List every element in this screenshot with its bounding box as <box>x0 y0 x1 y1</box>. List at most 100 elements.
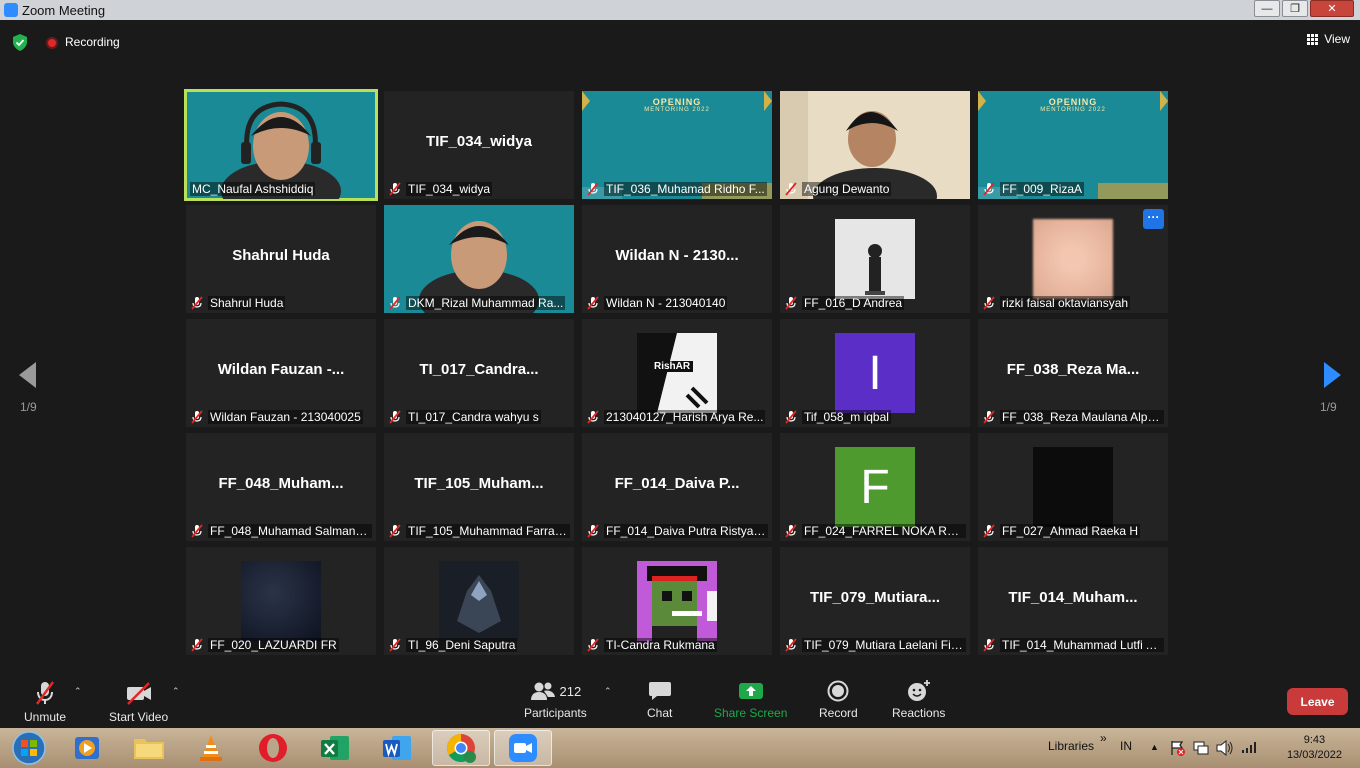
taskbar-word[interactable] <box>370 730 424 766</box>
participant-display-name: TI_017_Candra... <box>419 361 539 378</box>
participant-name: TIF_079_Mutiara Laelani Fir... <box>802 638 966 652</box>
muted-microphone-icon <box>785 638 797 652</box>
participant-name: DKM_Rizal Muhammad Ra... <box>406 296 566 310</box>
participant-tile[interactable]: TIF_014_Muham... TIF_014_Muhammad Lutfi A… <box>978 547 1168 655</box>
leave-button[interactable]: Leave <box>1287 688 1348 715</box>
muted-microphone-icon <box>785 410 797 424</box>
meeting-controls-bar: Unmute ⌃ Start Video ⌃ 212 Participants … <box>0 672 1360 728</box>
next-page-arrow-icon[interactable] <box>1320 362 1344 388</box>
participants-caret-icon[interactable]: ⌃ <box>604 686 612 697</box>
audio-options-caret-icon[interactable]: ⌃ <box>74 686 82 697</box>
taskbar-vlc[interactable] <box>184 730 238 766</box>
language-indicator[interactable]: IN <box>1120 739 1132 753</box>
muted-microphone-icon <box>983 638 995 652</box>
participant-tile[interactable]: TI_96_Deni Saputra <box>384 547 574 655</box>
participant-tile[interactable]: Agung Dewanto <box>780 91 970 199</box>
participant-tile[interactable]: TIF_034_widya TIF_034_widya <box>384 91 574 199</box>
participant-tile[interactable]: FF_016_D Andrea <box>780 205 970 313</box>
participant-name: 213040127_Harish Arya Re... <box>604 410 766 424</box>
participant-tile[interactable]: OPENING MENTORING 2022 TIF_036_Muhamad Rid… <box>582 91 772 199</box>
windows-start-icon <box>12 731 46 765</box>
action-center-flag-icon[interactable] <box>1170 740 1186 756</box>
close-window-button[interactable]: ✕ <box>1310 0 1354 17</box>
participant-display-name: Wildan N - 2130... <box>615 247 739 264</box>
participant-tile[interactable]: TI-Candra Rukmana <box>582 547 772 655</box>
vlc-cone-icon <box>200 735 222 761</box>
muted-microphone-icon <box>191 296 203 310</box>
participant-tile[interactable]: OPENING MENTORING 2022 FF_009_RizaA <box>978 91 1168 199</box>
participant-tile[interactable]: FF_038_Reza Ma... FF_038_Reza Maulana Alp… <box>978 319 1168 427</box>
participant-tile[interactable]: I Tif_058_m iqbal <box>780 319 970 427</box>
participant-tile[interactable]: MC_Naufal Ashshiddiq <box>184 89 378 201</box>
participant-tile[interactable]: FF_027_Ahmad Raeka H <box>978 433 1168 541</box>
participant-tile[interactable]: FF_014_Daiva P... FF_014_Daiva Putra Rist… <box>582 433 772 541</box>
view-button[interactable]: View <box>1307 32 1350 46</box>
participant-label-bar: Wildan N - 213040140 <box>586 295 768 311</box>
chat-label: Chat <box>647 706 673 720</box>
taskbar-zoom[interactable] <box>494 730 552 766</box>
video-gallery: MC_Naufal Ashshiddiq TIF_034_widya TIF_034… <box>184 89 1174 659</box>
signal-strength-icon[interactable] <box>1241 740 1259 754</box>
zoom-app-icon <box>4 3 18 17</box>
participant-tile[interactable]: FF_020_LAZUARDI FR <box>186 547 376 655</box>
participant-tile[interactable]: TIF_079_Mutiara... TIF_079_Mutiara Laelan… <box>780 547 970 655</box>
shield-icon[interactable] <box>12 34 28 51</box>
recording-indicator-icon <box>46 37 58 49</box>
participant-name: rizki faisal oktaviansyah <box>1000 296 1131 310</box>
network-icon[interactable] <box>1193 740 1209 756</box>
video-options-caret-icon[interactable]: ⌃ <box>172 686 180 697</box>
unmute-button[interactable]: Unmute <box>24 680 66 724</box>
participants-count: 212 <box>559 683 582 699</box>
taskbar-chrome[interactable] <box>432 730 490 766</box>
excel-icon <box>321 736 349 760</box>
participant-tile[interactable]: TI_017_Candra... TI_017_Candra wahyu s <box>384 319 574 427</box>
participant-avatar <box>1033 447 1113 527</box>
participant-name: Wildan Fauzan - 213040025 <box>208 410 363 424</box>
participant-display-name: FF_038_Reza Ma... <box>1006 361 1140 378</box>
taskbar-excel[interactable] <box>308 730 362 766</box>
toolbar-expand-chevron[interactable]: » <box>1100 731 1107 745</box>
participant-tile[interactable]: F FF_024_FARREL NOKA RADI... <box>780 433 970 541</box>
taskbar-media-player[interactable] <box>60 730 114 766</box>
participant-tile[interactable]: Shahrul Huda Shahrul Huda <box>186 205 376 313</box>
avatar-label: RishAR <box>651 361 694 372</box>
participant-name: FF_014_Daiva Putra Ristyana <box>604 524 768 538</box>
participants-button[interactable]: 212 Participants <box>524 680 587 720</box>
participant-tile[interactable]: Wildan Fauzan -... Wildan Fauzan - 213040… <box>186 319 376 427</box>
taskbar-file-explorer[interactable] <box>122 730 176 766</box>
share-screen-button[interactable]: Share Screen <box>714 680 787 720</box>
libraries-toolbar[interactable]: Libraries <box>1048 739 1094 753</box>
participant-tile[interactable]: FF_048_Muham... FF_048_Muhamad Salman F..… <box>186 433 376 541</box>
start-button[interactable] <box>2 730 56 766</box>
video-off-icon <box>126 682 151 705</box>
participant-avatar: RishAR <box>637 333 717 413</box>
share-screen-icon <box>738 683 763 699</box>
maximize-button[interactable]: ❐ <box>1282 0 1308 17</box>
participant-tile[interactable]: RishAR 213040127_Harish Arya Re... <box>582 319 772 427</box>
participant-label-bar: TI_017_Candra wahyu s <box>388 409 570 425</box>
participant-tile[interactable]: Wildan N - 2130... Wildan N - 213040140 <box>582 205 772 313</box>
previous-page-arrow-icon[interactable] <box>16 362 40 388</box>
participant-name: FF_020_LAZUARDI FR <box>208 638 339 652</box>
muted-microphone-icon <box>587 524 599 538</box>
start-video-label: Start Video <box>109 710 169 724</box>
show-hidden-icons-icon[interactable]: ▲ <box>1150 742 1159 752</box>
muted-microphone-icon <box>587 182 599 196</box>
start-video-button[interactable]: Start Video <box>109 680 168 724</box>
taskbar-opera[interactable] <box>246 730 300 766</box>
participant-label-bar: TI-Candra Rukmana <box>586 637 768 653</box>
participant-tile[interactable]: TIF_105_Muham... TIF_105_Muhammad Farras.… <box>384 433 574 541</box>
record-button[interactable]: Record <box>819 680 858 720</box>
reactions-button[interactable]: Reactions <box>892 680 945 720</box>
volume-icon[interactable] <box>1216 740 1234 756</box>
system-clock[interactable]: 9:43 13/03/2022 <box>1287 733 1342 763</box>
participant-tile[interactable]: ··· rizki faisal oktaviansyah <box>978 205 1168 313</box>
participant-name: TIF_036_Muhamad Ridho F... <box>604 182 767 196</box>
participant-name: TIF_014_Muhammad Lutfi A... <box>1000 638 1164 652</box>
chat-button[interactable]: Chat <box>647 680 672 720</box>
word-icon <box>383 736 411 760</box>
participant-display-name: FF_048_Muham... <box>218 475 344 492</box>
participant-tile[interactable]: DKM_Rizal Muhammad Ra... <box>384 205 574 313</box>
minimize-button[interactable]: — <box>1254 0 1280 17</box>
more-options-button[interactable]: ··· <box>1143 209 1164 229</box>
